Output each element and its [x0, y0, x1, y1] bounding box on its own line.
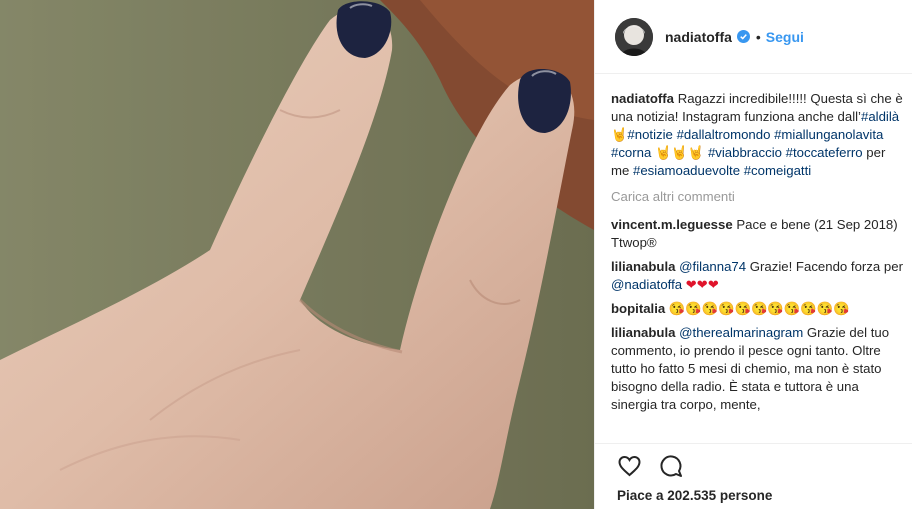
post-header: nadiatoffa • Segui	[595, 0, 912, 74]
avatar-image	[615, 17, 653, 56]
header-username[interactable]: nadiatoffa	[665, 29, 732, 45]
hashtag-esiamoaduevolte[interactable]: #esiamoaduevolte	[633, 163, 740, 178]
comment-mention[interactable]: @filanna74	[679, 259, 746, 274]
comment-mention[interactable]: @therealmarinagram	[679, 325, 803, 340]
comment-text: Grazie! Facendo forza per	[749, 259, 903, 274]
comment: bopitalia 😘😘😘😘😘😘😘😘😘😘😘	[611, 300, 907, 318]
comment-text: 😘😘😘😘😘😘😘😘😘😘😘	[668, 301, 850, 316]
hashtag-viabbraccio[interactable]: #viabbraccio	[708, 145, 782, 160]
load-more-comments[interactable]: Carica altri commenti	[611, 188, 907, 206]
post-caption: nadiatoffa Ragazzi incredibile!!!!! Ques…	[611, 90, 907, 180]
comment-username[interactable]: lilianabula	[611, 325, 676, 340]
comment: lilianabula @filanna74 Grazie! Facendo f…	[611, 258, 907, 294]
comment-bubble-icon[interactable]	[659, 454, 683, 478]
comment: lilianabula @therealmarinagram Grazie de…	[611, 324, 907, 414]
post-side-panel: nadiatoffa • Segui nadiatoffa Ragazzi in…	[594, 0, 912, 509]
caption-username[interactable]: nadiatoffa	[611, 91, 674, 106]
hashtag-dallaltromondo[interactable]: #dallaltromondo	[677, 127, 771, 142]
instagram-post: nadiatoffa • Segui nadiatoffa Ragazzi in…	[0, 0, 912, 509]
horns-emoji: 🤘	[611, 127, 628, 142]
hashtag-notizie[interactable]: #notizie	[627, 127, 672, 142]
likes-count[interactable]: Piace a 202.535 persone	[617, 488, 772, 503]
follow-button[interactable]: Segui	[766, 29, 804, 45]
hashtag-toccateferro[interactable]: #toccateferro	[786, 145, 863, 160]
hashtag-comeigatti[interactable]: #comeigatti	[744, 163, 811, 178]
hashtag-corna[interactable]: #corna	[611, 145, 651, 160]
hashtag-aldila[interactable]: #aldilà	[861, 109, 899, 124]
action-icons	[617, 454, 683, 478]
comments-list[interactable]: nadiatoffa Ragazzi incredibile!!!!! Ques…	[611, 90, 907, 443]
header-separator: •	[755, 28, 761, 45]
avatar[interactable]	[615, 17, 653, 56]
heart-outline-icon[interactable]	[617, 454, 642, 478]
comment-mention[interactable]: @nadiatoffa	[611, 277, 682, 292]
verified-badge-icon	[736, 30, 750, 43]
comment-username[interactable]: bopitalia	[611, 301, 665, 316]
post-photo[interactable]	[0, 0, 594, 509]
hearts-emoji: ❤❤❤	[685, 277, 719, 292]
post-actions: Piace a 202.535 persone	[595, 443, 912, 509]
hand-photo-illustration	[0, 0, 594, 509]
comment-username[interactable]: vincent.m.leguesse	[611, 217, 733, 232]
horns-emoji-group: 🤘🤘🤘	[655, 145, 705, 160]
comment-username[interactable]: lilianabula	[611, 259, 676, 274]
comment: vincent.m.leguesse Pace e bene (21 Sep 2…	[611, 216, 907, 252]
hashtag-miallunganolavita[interactable]: #miallunganolavita	[774, 127, 883, 142]
